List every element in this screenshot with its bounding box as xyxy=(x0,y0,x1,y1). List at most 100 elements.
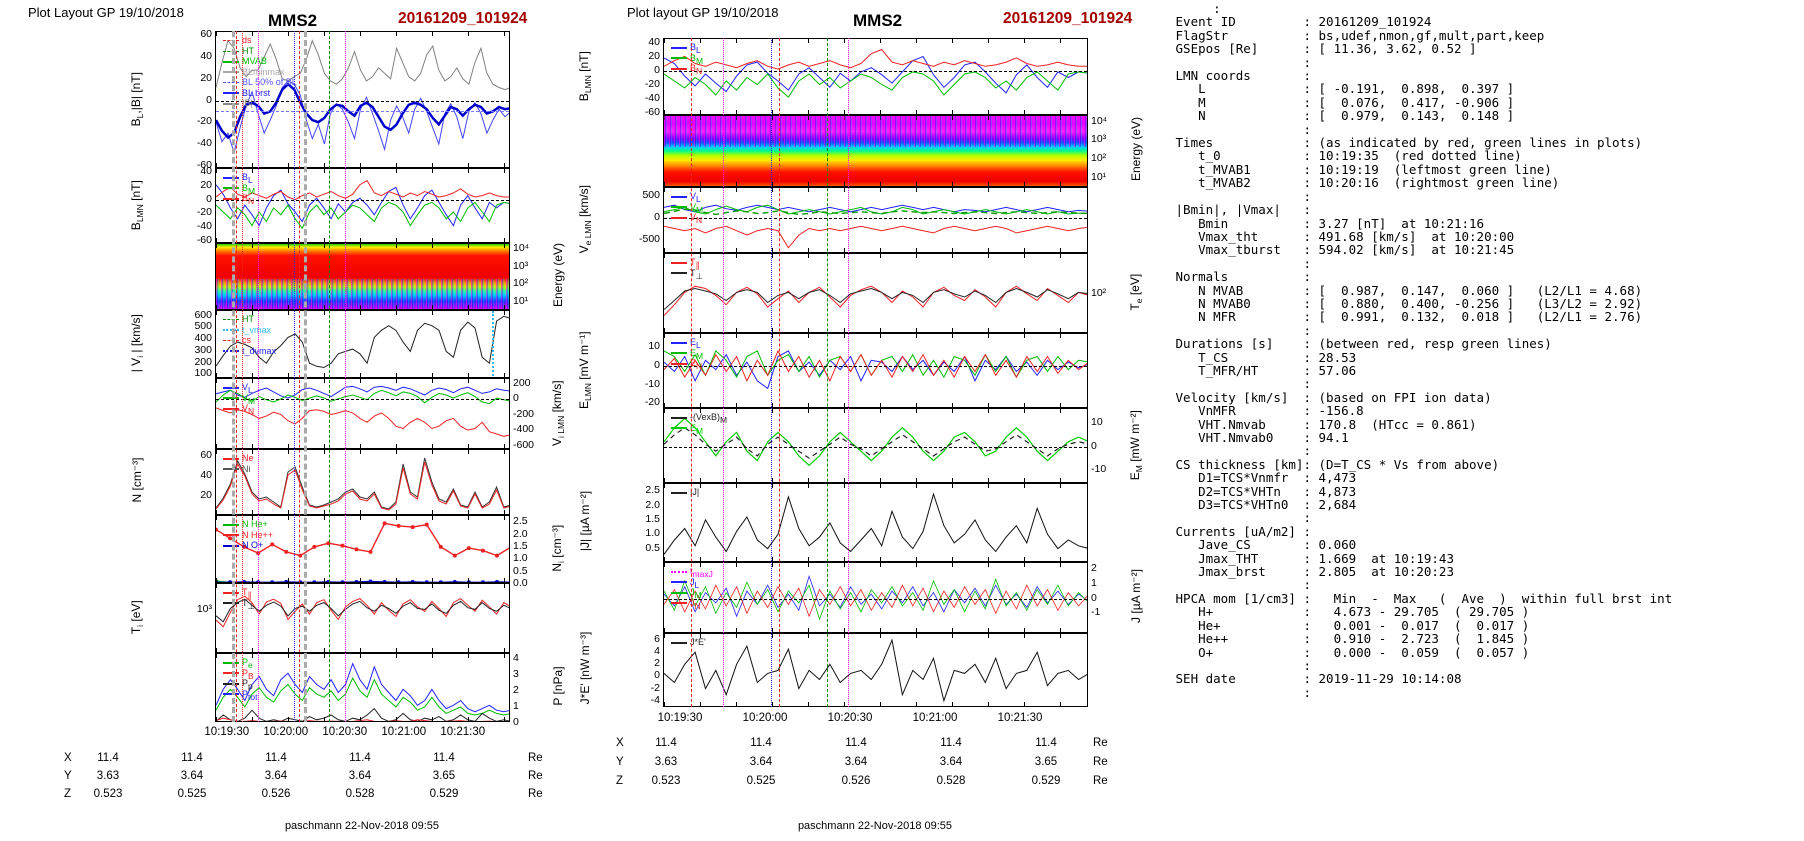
ytick-label: -500 xyxy=(638,232,660,245)
legend-label: PB xyxy=(242,668,254,681)
ytick-label: 100 xyxy=(194,367,212,380)
legend-label: Ne xyxy=(242,453,254,463)
ytick-label: 400 xyxy=(194,332,212,345)
legend-n-minor-1: N He++ xyxy=(223,530,273,540)
time-tick-label: 10:21:00 xyxy=(912,712,958,724)
panel-bl-b: ds HT MVAB BLminmax BL 50% of BL BL brst |B| xyxy=(215,31,510,168)
marker-line-blminmax-2 xyxy=(304,31,308,722)
ephemeris-value: 11.4 xyxy=(750,737,772,749)
legend-line-sample xyxy=(671,46,687,49)
label-part: ,|B| [nT] xyxy=(128,71,143,114)
point-n-he-plusplus xyxy=(509,545,510,549)
ytick-label: -10 xyxy=(644,377,660,390)
label-part: [km/s] xyxy=(549,379,564,416)
ytick-label: 500 xyxy=(642,188,660,201)
marker-line-t-maxj-2 xyxy=(847,38,849,707)
ephemeris-value: 3.64 xyxy=(939,756,963,768)
label-part: V xyxy=(576,245,591,254)
legend-label: T⊥ xyxy=(690,268,703,281)
legend-label: Ni xyxy=(242,463,251,474)
ytick-label: 0 xyxy=(1091,439,1097,452)
axis-label-pressure: P [nPa] xyxy=(551,606,565,766)
axis-label-b-lmn: BLMN [nT] xyxy=(129,125,145,285)
axis-label-em-vexb: EM [mW m⁻²] xyxy=(1128,365,1144,525)
ytick-label: 10³ xyxy=(513,259,529,272)
ephemeris-value: 0.525 xyxy=(177,788,207,800)
label-part: N xyxy=(696,214,703,225)
ephemeris-value: 3.64 xyxy=(844,756,868,768)
axis-label-ion-spectrogram: Energy (eV) xyxy=(551,195,565,355)
footer-left: paschmann 22-Nov-2018 09:55 xyxy=(284,820,440,832)
point-n-he-plusplus xyxy=(284,549,289,554)
ytick-label: -20 xyxy=(644,77,660,90)
zero-line xyxy=(664,70,1087,72)
axis-label-te: Te [eV] xyxy=(1128,212,1144,372)
panel-vi-lmn: VL VM VN xyxy=(215,378,510,449)
legend-label: N O+ xyxy=(242,540,264,550)
label-part: [mW m⁻²] xyxy=(1127,409,1142,465)
legend-label: BL xyxy=(242,172,253,185)
time-tick-label: 10:21:30 xyxy=(440,726,486,738)
traces-jde xyxy=(664,638,1087,703)
traces-te xyxy=(664,285,1087,316)
point-n-he-plusplus xyxy=(466,546,471,551)
trace-e-m-green xyxy=(664,417,1087,467)
trace-p-p xyxy=(216,707,509,721)
legend-label: VM xyxy=(242,393,255,406)
legend-label: EM xyxy=(690,423,704,436)
ytick-label: 20 xyxy=(200,489,212,501)
legend-label: EM xyxy=(690,348,703,361)
legend-label: J*E' xyxy=(690,637,706,647)
ytick-label: 10¹ xyxy=(513,294,529,307)
axis-label-e-lmn: ELMN [mV m⁻¹] xyxy=(577,290,593,450)
ytick-label: 2 xyxy=(513,683,519,696)
legend-label: VM xyxy=(690,202,703,215)
ephemeris-value: 11.4 xyxy=(655,737,677,749)
trace-v-m xyxy=(216,389,509,405)
zero-line xyxy=(664,598,1087,600)
traces-n-density xyxy=(216,457,509,511)
marker-line-t-maxj-1 xyxy=(257,31,259,722)
ytick-label: 6 xyxy=(654,633,660,646)
label-part: LMN xyxy=(583,382,594,401)
label-part: [mV m⁻¹] xyxy=(576,330,591,383)
ytick-label: 60 xyxy=(200,28,212,41)
panel-jde: J*E' xyxy=(663,633,1088,707)
ephemeris-value: 3.65 xyxy=(1034,756,1058,768)
legend-label: T⊥ xyxy=(242,598,255,611)
ytick-label: 200 xyxy=(194,355,212,368)
label-part: V xyxy=(549,437,564,446)
label-part: M xyxy=(720,414,728,425)
ephemeris-value: 3.63 xyxy=(96,770,120,782)
label-part: N xyxy=(696,65,703,76)
ephemeris-value: 3.64 xyxy=(348,770,372,782)
legend-label: BM xyxy=(242,183,255,196)
panel-j-lmn: tmaxJ JL JM JN xyxy=(663,562,1088,633)
ytick-label: 0 xyxy=(206,93,212,106)
label-part: i LMN xyxy=(556,415,567,438)
panel-j-mag: |J| xyxy=(663,483,1088,562)
spacecraft-title-left: MMS2 xyxy=(268,11,318,30)
ytick-label: 0 xyxy=(654,358,660,371)
axis-label-ti: Ti [eV] xyxy=(129,537,145,697)
ephemeris-row-label-x: X xyxy=(64,752,72,764)
legend-te-1: T⊥ xyxy=(671,268,703,281)
axis-label-n-density: N [cm⁻³] xyxy=(130,400,144,560)
info-panel: : Event ID : 20161209_101924 FlagStr : b… xyxy=(1175,1,1673,700)
label-part: P [nPa] xyxy=(551,665,565,706)
marker-line-t-vmax xyxy=(491,311,494,377)
label-part: M xyxy=(696,425,704,436)
ytick-label: 0 xyxy=(206,192,212,205)
panel-n-minor: N He+ N He++ N O+ xyxy=(215,515,510,583)
ephemeris-value: 11.4 xyxy=(845,737,867,749)
ytick-label: -40 xyxy=(196,136,212,149)
ephemeris-value: 3.65 xyxy=(432,770,456,782)
ytick-label: -60 xyxy=(644,105,660,118)
label-part: N xyxy=(248,405,255,416)
ephemeris-value: 0.526 xyxy=(841,775,871,787)
legend-bl-b-6: |B| xyxy=(223,98,253,108)
label-part: J*E' [nW m⁻³] xyxy=(578,631,592,705)
panel-ti: T∥ T⊥ xyxy=(215,583,510,653)
legend-label: t_vmax xyxy=(242,324,272,335)
legend-label: JM xyxy=(690,587,702,600)
